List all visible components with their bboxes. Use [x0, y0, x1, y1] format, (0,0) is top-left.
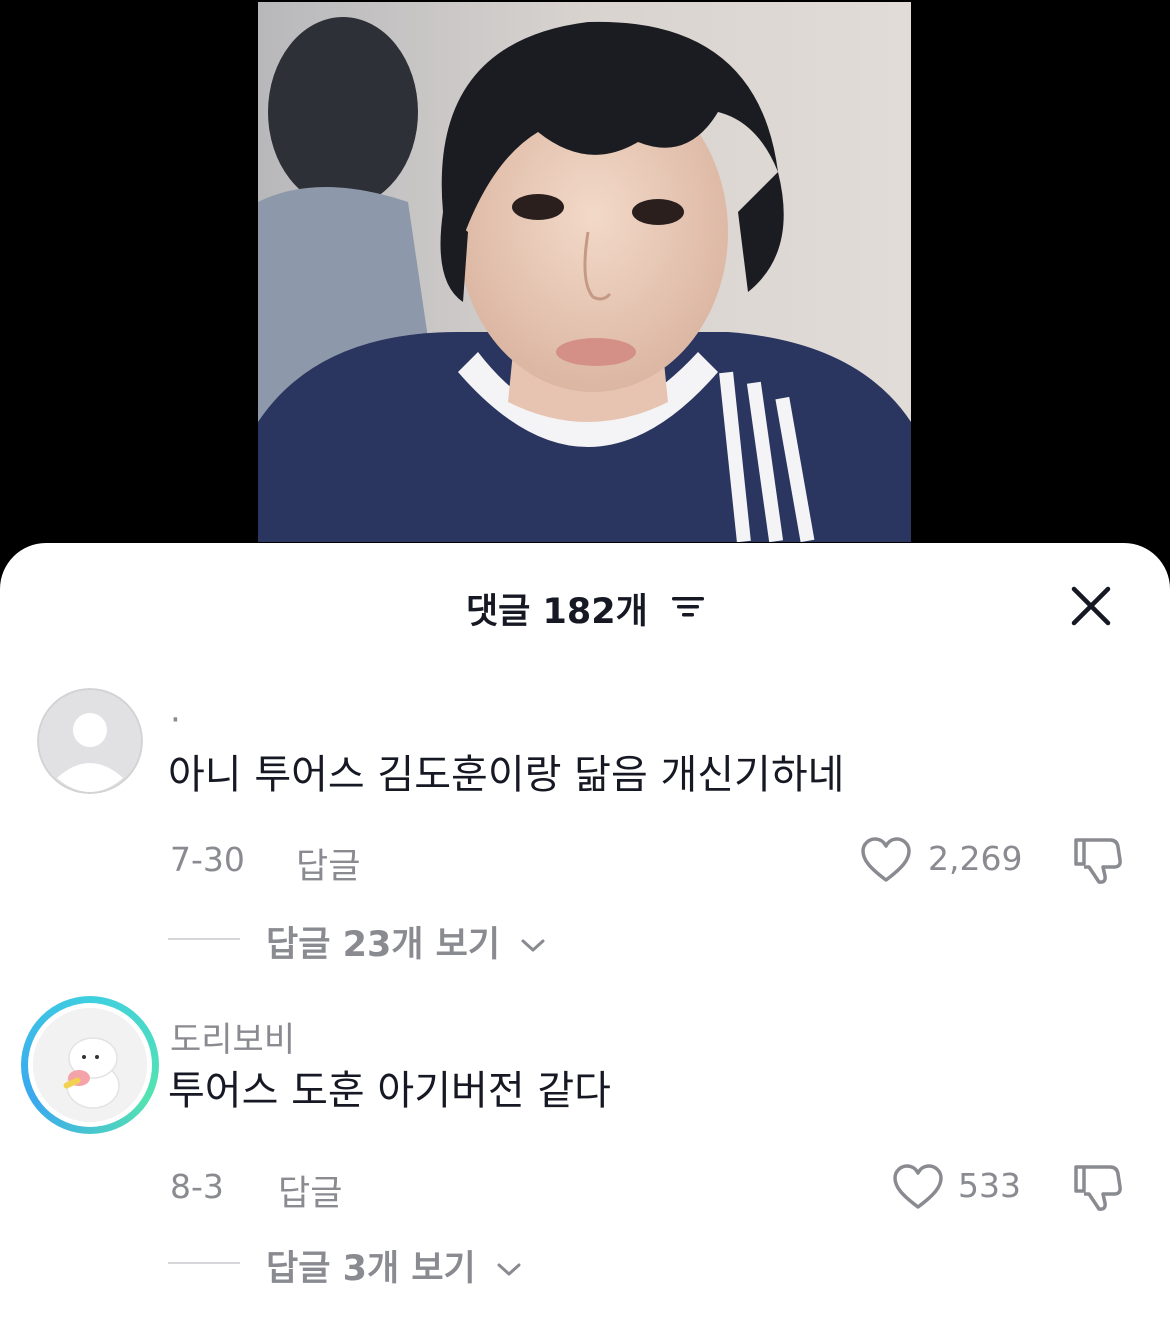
view-replies-button[interactable]: 답글 3개 보기 [168, 1240, 568, 1289]
close-x-icon [1071, 586, 1111, 626]
replies-divider [168, 1262, 240, 1264]
like-button[interactable]: 533 [892, 1161, 1032, 1211]
comment-text: 아니 투어스 김도훈이랑 닮음 개신기하네 [168, 752, 845, 798]
dislike-icon[interactable] [1072, 834, 1124, 886]
comment-username[interactable]: · [170, 700, 181, 740]
heart-icon [893, 1164, 943, 1209]
comments-sheet: 댓글 182개 · 아니 투어스 김도훈이랑 닮음 개신기하네 7-30 답글 … [0, 543, 1170, 1326]
reply-button[interactable]: 답글 [296, 838, 360, 889]
reply-button[interactable]: 답글 [278, 1165, 342, 1216]
like-count: 2,269 [928, 839, 1023, 878]
view-replies-button[interactable]: 답글 23개 보기 [168, 916, 568, 965]
avatar-story-ring[interactable] [21, 996, 159, 1134]
chevron-down-icon [497, 1263, 521, 1276]
like-count: 533 [958, 1166, 1021, 1205]
comment-username[interactable]: 도리보비 [170, 1012, 295, 1061]
view-replies-label: 답글 3개 보기 [266, 1240, 522, 1291]
video-frame[interactable] [258, 2, 911, 542]
view-replies-label: 답글 23개 보기 [266, 916, 546, 967]
comments-count-label: 댓글 182개 [465, 592, 648, 632]
sort-lines-icon[interactable] [672, 590, 705, 630]
app-screen: 댓글 182개 · 아니 투어스 김도훈이랑 닮음 개신기하네 7-30 답글 … [0, 0, 1170, 1326]
chevron-down-icon [521, 939, 545, 952]
comment-date: 7-30 [170, 840, 245, 879]
avatar [33, 1008, 147, 1122]
like-button[interactable]: 2,269 [860, 834, 1030, 884]
video-thumbnail-image [258, 2, 911, 542]
avatar-default[interactable] [37, 688, 143, 794]
default-avatar-icon [37, 688, 143, 794]
comment-text: 투어스 도훈 아기버전 같다 [168, 1068, 611, 1114]
dislike-icon[interactable] [1072, 1161, 1124, 1213]
heart-icon [861, 837, 911, 882]
comments-title: 댓글 182개 [0, 583, 1170, 634]
video-area[interactable] [0, 0, 1170, 560]
close-button[interactable] [1066, 581, 1116, 631]
character-avatar-icon [33, 1008, 147, 1122]
comment-date: 8-3 [170, 1167, 224, 1206]
sheet-header: 댓글 182개 [0, 543, 1170, 663]
replies-divider [168, 938, 240, 940]
